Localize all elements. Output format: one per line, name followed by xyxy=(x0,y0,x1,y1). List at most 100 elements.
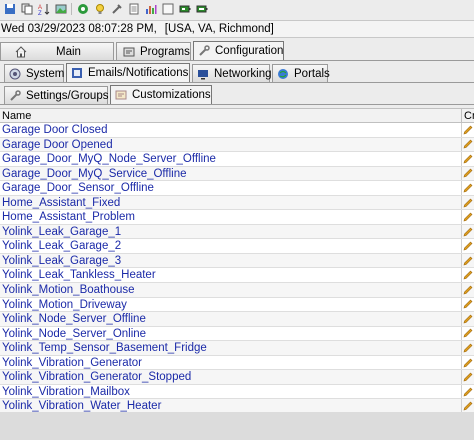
row-name[interactable]: Yolink_Motion_Boathouse xyxy=(0,283,462,297)
window-icon[interactable] xyxy=(160,2,175,16)
save-icon[interactable] xyxy=(2,2,17,16)
row-name[interactable]: Yolink_Leak_Tankless_Heater xyxy=(0,268,462,283)
edit-icon[interactable] xyxy=(462,138,474,152)
edit-icon[interactable] xyxy=(462,123,474,137)
edit-icon[interactable] xyxy=(462,167,474,181)
row-name[interactable]: Yolink_Node_Server_Offline xyxy=(0,312,462,326)
network-icon[interactable] xyxy=(75,2,90,16)
row-name[interactable]: Yolink_Leak_Garage_1 xyxy=(0,224,462,239)
customizations-icon xyxy=(115,89,127,101)
edit-icon[interactable] xyxy=(462,181,474,195)
table-row[interactable]: Home_Assistant_Problem xyxy=(0,210,474,225)
row-name[interactable]: Garage Door Closed xyxy=(0,123,462,137)
table-row[interactable]: Garage_Door_MyQ_Node_Server_Offline xyxy=(0,152,474,167)
main-tab-bar: Main Programs Configuration xyxy=(0,38,474,60)
svg-text:Z: Z xyxy=(38,11,42,15)
email-icon xyxy=(71,67,83,79)
row-name[interactable]: Garage_Door_MyQ_Node_Server_Offline xyxy=(0,152,462,166)
document-icon[interactable] xyxy=(126,2,141,16)
table-row[interactable]: Yolink_Leak_Garage_3 xyxy=(0,253,474,269)
table-row[interactable]: Garage_Door_Sensor_Offline xyxy=(0,181,474,196)
table-row[interactable]: Yolink_Motion_Boathouse xyxy=(0,283,474,298)
edit-icon[interactable] xyxy=(462,283,474,297)
column-header-name[interactable]: Name xyxy=(0,109,462,122)
table-row[interactable]: Yolink_Vibration_Mailbox xyxy=(0,384,474,400)
row-name[interactable]: Yolink_Vibration_Mailbox xyxy=(0,384,462,399)
tab-configuration-label: Configuration xyxy=(215,45,284,57)
row-name[interactable]: Yolink_Vibration_Generator_Stopped xyxy=(0,370,462,384)
tab-programs[interactable]: Programs xyxy=(116,42,191,60)
edit-icon[interactable] xyxy=(462,327,474,341)
edit-icon[interactable] xyxy=(462,152,474,166)
status-location: [USA, VA, Richmond] xyxy=(164,23,274,35)
table-row[interactable]: Garage Door Opened xyxy=(0,137,474,153)
copy-icon[interactable] xyxy=(19,2,34,16)
edit-icon[interactable] xyxy=(462,399,474,413)
home-icon xyxy=(15,45,27,58)
row-name[interactable]: Yolink_Leak_Garage_2 xyxy=(0,239,462,253)
table-row[interactable]: Yolink_Node_Server_Offline xyxy=(0,312,474,327)
edit-icon[interactable] xyxy=(462,225,474,239)
row-name[interactable]: Yolink_Temp_Sensor_Basement_Fridge xyxy=(0,341,462,355)
table-row[interactable]: Yolink_Leak_Garage_2 xyxy=(0,239,474,254)
tab-settings-groups[interactable]: Settings/Groups xyxy=(4,86,108,104)
row-name[interactable]: Garage Door Opened xyxy=(0,137,462,152)
status-bar: Wed 03/29/2023 08:07:28 PM, [USA, VA, Ri… xyxy=(0,20,474,38)
bulb-icon[interactable] xyxy=(92,2,107,16)
edit-icon[interactable] xyxy=(462,312,474,326)
battery-icon[interactable] xyxy=(194,2,209,16)
table-row[interactable]: Yolink_Leak_Garage_1 xyxy=(0,224,474,240)
table-body: Garage Door Closed Garage Door Opened Gara… xyxy=(0,123,474,414)
table-row[interactable]: Garage_Door_MyQ_Service_Offline xyxy=(0,166,474,182)
row-name[interactable]: Home_Assistant_Problem xyxy=(0,210,462,224)
edit-icon[interactable] xyxy=(462,196,474,210)
tab-customizations[interactable]: Customizations xyxy=(110,85,212,104)
table-row[interactable]: Yolink_Vibration_Generator_Stopped xyxy=(0,370,474,385)
row-name[interactable]: Yolink_Vibration_Generator xyxy=(0,355,462,370)
column-header-extra[interactable]: Cr xyxy=(462,109,474,122)
table-row[interactable]: Yolink_Vibration_Generator xyxy=(0,355,474,371)
tab-configuration[interactable]: Configuration xyxy=(193,41,284,60)
image-icon[interactable] xyxy=(53,2,68,16)
row-name[interactable]: Yolink_Motion_Driveway xyxy=(0,297,462,312)
edit-icon[interactable] xyxy=(462,210,474,224)
sort-icon[interactable]: AZ xyxy=(36,2,51,16)
table-row[interactable]: Yolink_Node_Server_Online xyxy=(0,326,474,342)
globe-icon xyxy=(277,68,289,80)
row-name[interactable]: Garage_Door_MyQ_Service_Offline xyxy=(0,166,462,181)
edit-icon[interactable] xyxy=(462,370,474,384)
tab-system[interactable]: System xyxy=(4,64,64,82)
tab-programs-label: Programs xyxy=(140,45,190,58)
row-name[interactable]: Yolink_Leak_Garage_3 xyxy=(0,253,462,268)
row-name[interactable]: Garage_Door_Sensor_Offline xyxy=(0,181,462,195)
chart-icon[interactable] xyxy=(143,2,158,16)
tab-portals[interactable]: Portals xyxy=(272,64,330,82)
table-empty-area xyxy=(0,412,474,440)
customizations-table: Name Cr Garage Door Closed Garage Door Op… xyxy=(0,108,474,440)
table-row[interactable]: Yolink_Motion_Driveway xyxy=(0,297,474,313)
table-row[interactable]: Yolink_Leak_Tankless_Heater xyxy=(0,268,474,284)
tab-emails-notifications-label: Emails/Notifications xyxy=(88,67,189,79)
edit-icon[interactable] xyxy=(462,268,474,282)
row-name[interactable]: Home_Assistant_Fixed xyxy=(0,195,462,210)
edit-icon[interactable] xyxy=(462,385,474,399)
tab-main[interactable]: Main xyxy=(0,42,114,60)
tab-emails-notifications[interactable]: Emails/Notifications xyxy=(66,63,190,82)
row-name[interactable]: Yolink_Node_Server_Online xyxy=(0,326,462,341)
edit-icon[interactable] xyxy=(462,298,474,312)
edit-icon[interactable] xyxy=(462,341,474,355)
edit-icon[interactable] xyxy=(462,239,474,253)
table-row[interactable]: Garage Door Closed xyxy=(0,123,474,138)
table-row[interactable]: Home_Assistant_Fixed xyxy=(0,195,474,211)
battery-icon[interactable] xyxy=(177,2,192,16)
tab-underline xyxy=(0,60,474,61)
edit-icon[interactable] xyxy=(462,356,474,370)
toolbar-separator xyxy=(71,3,72,15)
table-row[interactable]: Yolink_Temp_Sensor_Basement_Fridge xyxy=(0,341,474,356)
tab-settings-groups-label: Settings/Groups xyxy=(26,89,109,102)
tools-icon[interactable] xyxy=(109,2,124,16)
row-name[interactable]: Yolink_Vibration_Water_Heater xyxy=(0,399,462,413)
tab-networking[interactable]: Networking xyxy=(192,64,272,82)
tab-underline xyxy=(0,104,474,105)
edit-icon[interactable] xyxy=(462,254,474,268)
